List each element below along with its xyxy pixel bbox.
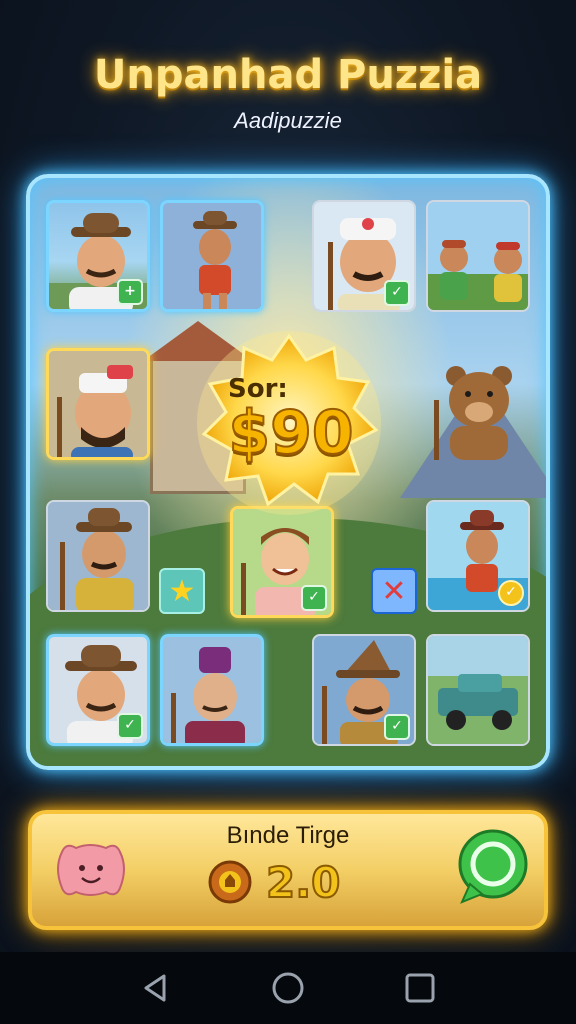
star-icon[interactable]: ★ [159, 568, 205, 614]
tile-jeep[interactable] [426, 634, 530, 746]
tile-man-dancing[interactable] [160, 200, 264, 312]
jeep-icon [428, 636, 528, 744]
character-icon [48, 502, 148, 610]
tile-man-hat-thumbs-up[interactable]: ✓ [46, 634, 150, 746]
game-title: Unpanhad Puzzia [93, 52, 483, 98]
game-subtitle: Aadipuzzie [234, 108, 342, 133]
home-icon[interactable] [270, 970, 306, 1006]
character-icon [163, 637, 261, 743]
tile-badge-check: ✓ [384, 280, 410, 306]
tile-man-swimming[interactable]: ✓ [426, 500, 530, 612]
tile-badge-check: ✓ [384, 714, 410, 740]
back-icon[interactable] [140, 972, 172, 1004]
character-icon [163, 203, 261, 309]
tile-badge-check: ✓ [301, 585, 327, 611]
tile-wizard-cane[interactable]: ✓ [312, 634, 416, 746]
coin-gear-icon [208, 860, 252, 904]
tile-man-yellow-coat[interactable] [46, 500, 150, 612]
tile-badge-check: ✓ [117, 713, 143, 739]
coin-value: 2.0 [265, 857, 341, 908]
refresh-icon[interactable] [456, 828, 530, 908]
tile-badge-plus: + [117, 279, 143, 305]
tile-two-farmers[interactable] [426, 200, 530, 312]
tile-bear-cane[interactable] [426, 348, 530, 460]
recents-icon[interactable] [404, 972, 436, 1004]
tile-man-cap-beard[interactable] [46, 348, 150, 460]
tile-man-purple-hat[interactable] [160, 634, 264, 746]
tile-man-turban-cane[interactable]: ✓ [312, 200, 416, 312]
character-icon [428, 202, 528, 310]
system-nav-bar [0, 952, 576, 1024]
score-value: $90 [227, 397, 354, 469]
close-icon[interactable]: ✕ [371, 568, 417, 614]
tile-man-smiling-center[interactable]: ✓ [230, 506, 334, 618]
character-icon [49, 351, 147, 457]
tile-badge-check: ✓ [498, 580, 524, 606]
tile-man-brown-hat[interactable]: + [46, 200, 150, 312]
bear-icon [434, 366, 512, 460]
